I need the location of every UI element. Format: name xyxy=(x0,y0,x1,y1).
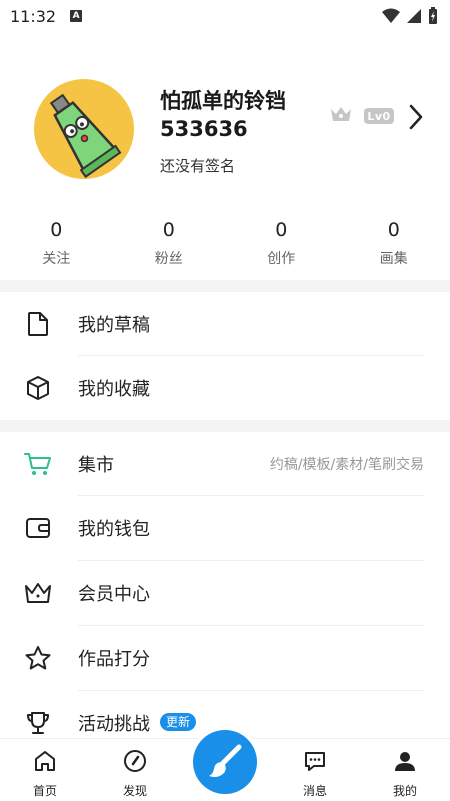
stat-label: 创作 xyxy=(225,248,338,268)
shopping-cart-icon xyxy=(24,450,52,478)
status-bar: 11:32 A xyxy=(0,0,450,32)
menu-label: 作品打分 xyxy=(78,645,150,671)
tab-label: 我的 xyxy=(360,782,450,799)
star-icon xyxy=(24,644,52,672)
stat-fans[interactable]: 0 粉丝 xyxy=(113,218,226,274)
stat-value: 0 xyxy=(338,218,450,242)
wallet-icon xyxy=(24,514,52,542)
brush-icon xyxy=(206,743,244,781)
notification-a-icon: A xyxy=(70,10,82,22)
document-icon xyxy=(24,310,52,338)
paint-tube-avatar-icon xyxy=(34,79,134,179)
home-icon xyxy=(33,749,57,773)
stat-works[interactable]: 0 创作 xyxy=(225,218,338,274)
menu-label: 我的收藏 xyxy=(78,375,150,401)
tab-label: 发现 xyxy=(90,782,180,799)
menu-label: 我的草稿 xyxy=(78,311,150,337)
user-icon xyxy=(393,749,417,773)
menu-item-favorites[interactable]: 我的收藏 xyxy=(0,356,450,420)
stat-value: 0 xyxy=(225,218,338,242)
tab-label: 首页 xyxy=(0,782,90,799)
section-gap xyxy=(0,280,450,292)
stat-label: 画集 xyxy=(338,248,450,268)
tab-discover[interactable]: 发现 xyxy=(90,739,180,801)
crown-icon xyxy=(24,579,52,607)
tab-home[interactable]: 首页 xyxy=(0,739,90,801)
stat-albums[interactable]: 0 画集 xyxy=(338,218,450,274)
profile-header[interactable]: 怕孤单的铃铛 533636 还没有签名 Lv0 xyxy=(0,75,450,185)
update-badge: 更新 xyxy=(160,713,196,731)
tab-label: 消息 xyxy=(270,782,360,799)
menu-label: 我的钱包 xyxy=(78,515,150,541)
menu-label: 会员中心 xyxy=(78,580,150,606)
menu-item-wallet[interactable]: 我的钱包 xyxy=(0,496,450,560)
menu-label: 集市 xyxy=(78,451,114,477)
signature: 还没有签名 xyxy=(160,155,235,176)
vip-crown-icon[interactable] xyxy=(330,105,352,123)
box-icon xyxy=(24,374,52,402)
trophy-icon xyxy=(24,709,52,737)
stat-label: 关注 xyxy=(0,248,113,268)
avatar[interactable] xyxy=(34,79,134,179)
section-gap xyxy=(0,420,450,432)
status-time: 11:32 xyxy=(10,7,56,26)
stat-following[interactable]: 0 关注 xyxy=(0,218,113,274)
menu-subtitle: 约稿/模板/素材/笔刷交易 xyxy=(270,454,424,474)
menu-item-market[interactable]: 集市 约稿/模板/素材/笔刷交易 xyxy=(0,432,450,496)
menu-label: 活动挑战 xyxy=(78,710,150,736)
level-badge: Lv0 xyxy=(364,108,394,124)
signal-icon xyxy=(406,8,422,24)
username: 怕孤单的铃铛 xyxy=(160,85,286,115)
tab-me[interactable]: 我的 xyxy=(360,739,450,801)
stat-label: 粉丝 xyxy=(113,248,226,268)
battery-icon xyxy=(428,7,438,25)
tab-messages[interactable]: 消息 xyxy=(270,739,360,801)
user-id: 533636 xyxy=(160,117,248,141)
menu-item-rating[interactable]: 作品打分 xyxy=(0,626,450,690)
menu-item-drafts[interactable]: 我的草稿 xyxy=(0,292,450,356)
stats-row: 0 关注 0 粉丝 0 创作 0 画集 xyxy=(0,218,450,274)
wifi-icon xyxy=(382,8,400,24)
menu-item-membership[interactable]: 会员中心 xyxy=(0,561,450,625)
compass-icon xyxy=(123,749,147,773)
message-icon xyxy=(303,749,327,773)
create-brush-button[interactable] xyxy=(193,730,257,794)
stat-value: 0 xyxy=(113,218,226,242)
stat-value: 0 xyxy=(0,218,113,242)
chevron-right-icon[interactable] xyxy=(408,104,424,130)
